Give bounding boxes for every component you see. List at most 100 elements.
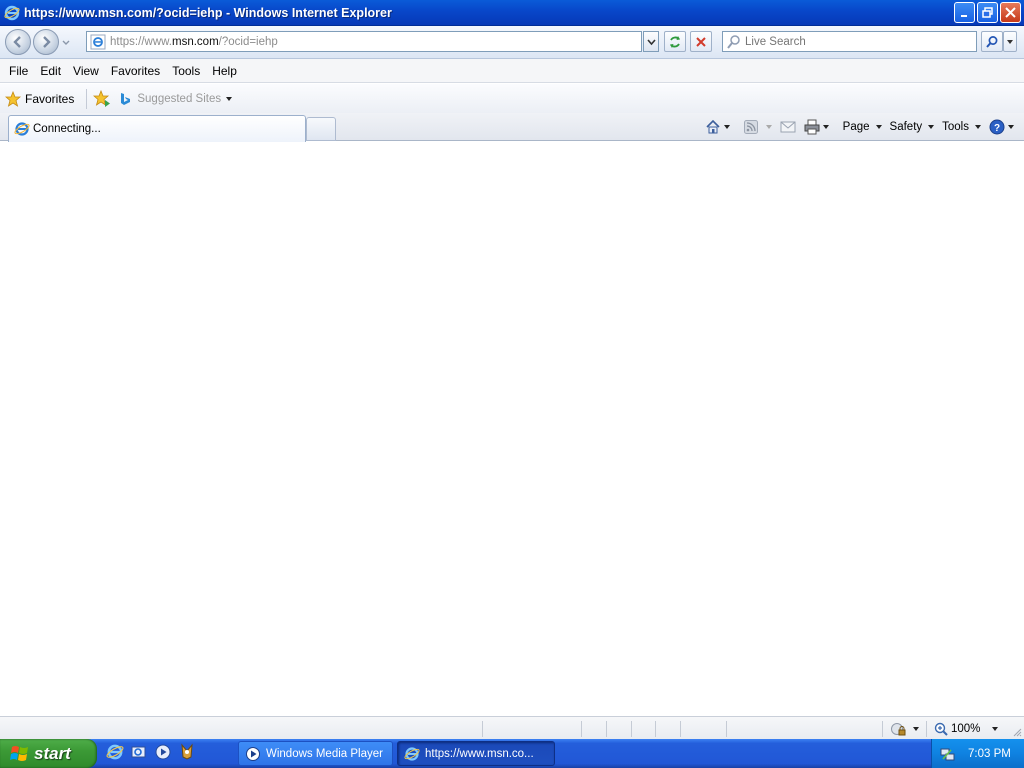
chevron-down-icon [975, 125, 981, 129]
chevron-down-icon [1008, 125, 1014, 129]
add-favorites-icon[interactable] [93, 89, 111, 108]
address-dropdown-button[interactable] [643, 31, 659, 52]
url-suffix: /?ocid=iehp [218, 35, 278, 48]
close-icon [1005, 7, 1016, 18]
menu-view[interactable]: View [67, 60, 105, 82]
search-go-icon [986, 35, 998, 48]
favorites-button[interactable]: Favorites [5, 87, 80, 111]
favorites-star-icon [5, 90, 21, 107]
network-icon[interactable] [940, 746, 956, 762]
restore-button[interactable] [977, 2, 998, 23]
search-button[interactable] [981, 31, 1003, 52]
status-bar: 100% [0, 716, 1024, 739]
page-content[interactable] [0, 142, 1024, 716]
search-options-button[interactable] [1003, 31, 1017, 52]
page-menu-button[interactable]: Page [839, 116, 886, 138]
menu-edit[interactable]: Edit [34, 60, 67, 82]
menu-bar: File Edit View Favorites Tools Help [0, 59, 1024, 83]
tab-row: Connecting... Page Safety Tools ? [0, 113, 1024, 142]
security-zone-icon [891, 723, 906, 736]
resize-grip-icon[interactable] [1012, 727, 1022, 737]
status-divider [482, 721, 483, 737]
title-bar: https://www.msn.com/?ocid=iehp - Windows… [0, 0, 1024, 26]
safety-menu-button[interactable]: Safety [886, 116, 939, 138]
stop-icon [696, 36, 706, 47]
media-player-icon [246, 746, 260, 761]
address-bar[interactable]: https://www. msn.com/?ocid=iehp [86, 31, 642, 52]
safety-menu-label: Safety [889, 121, 923, 133]
window-title: https://www.msn.com/?ocid=iehp - Windows… [24, 5, 392, 20]
start-label: start [34, 743, 71, 763]
forward-icon [43, 36, 51, 48]
print-icon [804, 119, 820, 135]
chevron-down-icon [928, 125, 935, 129]
status-divider [926, 721, 927, 737]
taskbar-item-internet-explorer[interactable]: https://www.msn.co... [397, 741, 555, 766]
stop-button[interactable] [690, 31, 712, 52]
clock: 7:03 PM [968, 747, 1011, 760]
print-button[interactable] [800, 116, 833, 138]
system-tray: 7:03 PM [931, 739, 1024, 768]
chevron-down-icon [875, 125, 882, 129]
search-icon [727, 34, 740, 49]
navigation-bar: https://www. msn.com/?ocid=iehp [0, 26, 1024, 59]
feeds-icon [743, 120, 758, 134]
forward-button[interactable] [33, 29, 59, 55]
restore-icon [982, 7, 993, 18]
tools-menu-label: Tools [942, 121, 969, 133]
status-divider [882, 721, 883, 737]
chevron-down-icon [1007, 39, 1013, 44]
svg-text:?: ? [994, 123, 1000, 134]
home-button[interactable] [701, 116, 734, 138]
bing-icon [121, 92, 131, 105]
help-button[interactable]: ? [985, 116, 1018, 138]
back-icon [13, 36, 21, 48]
new-tab-button[interactable] [306, 117, 336, 141]
tools-menu-button[interactable]: Tools [938, 116, 985, 138]
windows-logo-icon [10, 745, 28, 761]
taskbar-item-media-player[interactable]: Windows Media Player [238, 741, 393, 766]
status-divider [655, 721, 656, 737]
recent-pages-dropdown[interactable] [61, 38, 71, 48]
search-box[interactable] [722, 31, 977, 52]
feeds-button[interactable] [740, 116, 776, 138]
url-host: msn.com [172, 35, 219, 48]
chevron-down-icon [723, 125, 730, 129]
ie-icon [404, 746, 420, 761]
favorites-bar: Favorites Suggested Sites [0, 84, 1024, 113]
tab-current[interactable]: Connecting... [8, 115, 306, 142]
suggested-sites-button[interactable]: Suggested Sites [119, 92, 233, 106]
back-button[interactable] [5, 29, 31, 55]
media-player-quicklaunch-icon[interactable] [154, 743, 172, 761]
separator [86, 88, 88, 109]
ie-icon [14, 122, 30, 136]
menu-tools[interactable]: Tools [166, 60, 206, 82]
ie-icon [4, 5, 20, 20]
status-divider [606, 721, 607, 737]
zoom-level: 100% [951, 723, 981, 735]
menu-file[interactable]: File [3, 60, 34, 82]
refresh-button[interactable] [664, 31, 686, 52]
chevron-down-icon [765, 125, 772, 129]
outlook-express-icon[interactable] [130, 743, 148, 761]
protected-mode-button[interactable] [890, 721, 919, 737]
chevron-down-icon [646, 38, 656, 45]
help-icon: ? [989, 119, 1005, 135]
chevron-down-icon [822, 125, 829, 129]
quick-launch [106, 743, 196, 761]
ie-quicklaunch-icon[interactable] [106, 743, 124, 761]
read-mail-icon [780, 121, 796, 133]
close-button[interactable] [1000, 2, 1021, 23]
search-input[interactable] [745, 35, 965, 48]
zoom-control[interactable]: 100% [934, 720, 999, 738]
menu-favorites[interactable]: Favorites [105, 60, 166, 82]
app-quicklaunch-icon[interactable] [178, 743, 196, 761]
menu-help[interactable]: Help [206, 60, 243, 82]
read-mail-button[interactable] [776, 116, 800, 138]
minimize-button[interactable] [954, 2, 975, 23]
minimize-icon [960, 14, 967, 17]
zoom-icon [934, 722, 948, 736]
start-button[interactable]: start [0, 739, 97, 768]
taskbar: start Windows Media Player https://www.m… [0, 739, 1024, 768]
tab-label: Connecting... [33, 123, 101, 135]
